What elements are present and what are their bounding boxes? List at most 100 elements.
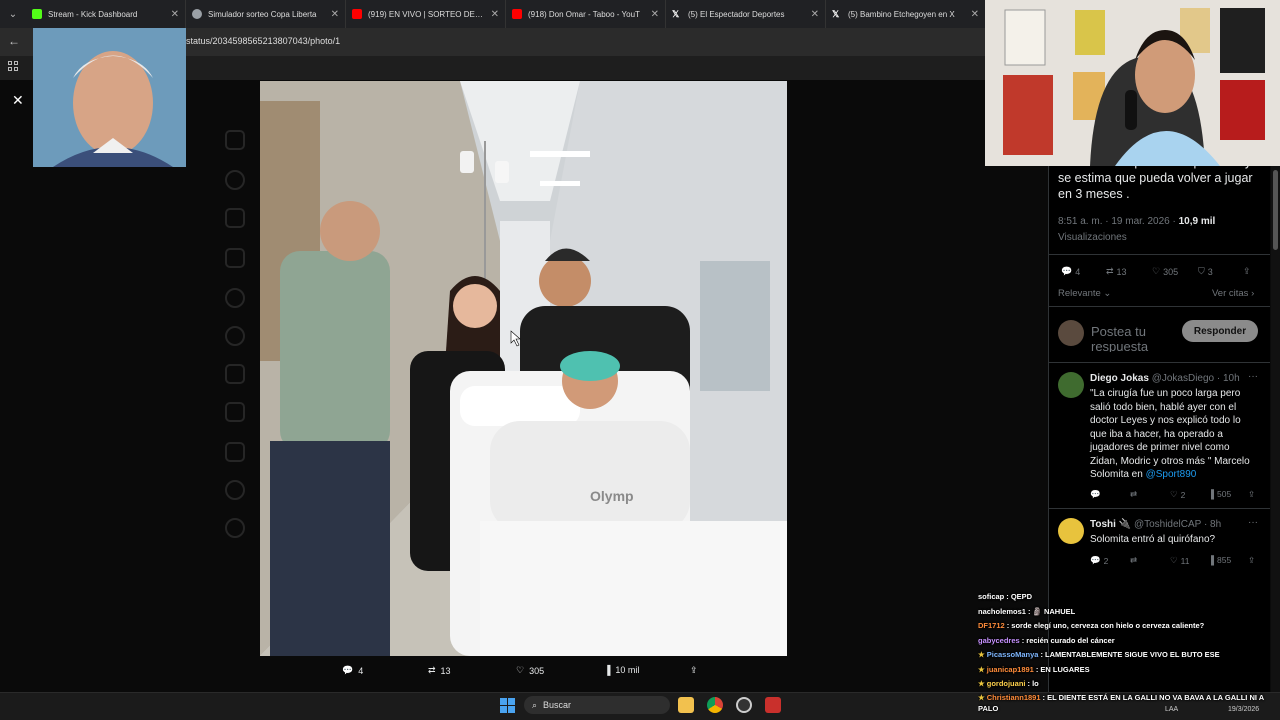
share-icon: ⇪ <box>1248 555 1256 565</box>
chat-text: : LAMENTABLEMENTE SIGUE VIVO EL BUTO ESE <box>1040 650 1220 659</box>
stream-chat-overlay: soficap: QEPD nacholemos1: 🗿 NAHUEL DF17… <box>978 576 1278 713</box>
browser-tab[interactable]: (919) EN VIVO | SORTEO DE LA ✕ <box>346 0 506 28</box>
repost-button[interactable]: ⇄ <box>1130 555 1137 566</box>
explore-icon <box>225 170 245 190</box>
chat-message: ★ Christiann1891: EL DIENTE ESTÁ EN LA GA… <box>978 692 1273 714</box>
chat-message: ★ gordojuani: lo <box>978 677 1278 692</box>
divider <box>1048 306 1270 307</box>
views-chart-icon: ▐ <box>1208 555 1215 565</box>
bookmark-icon: ⛉ <box>1198 266 1205 276</box>
reply-button[interactable]: 💬 4 <box>1061 266 1080 277</box>
chat-message: ★ PicassoManya: LAMENTABLEMENTE SIGUE VIV… <box>978 648 1278 663</box>
media-views[interactable]: ▐ 10 mil <box>604 665 639 675</box>
share-button[interactable]: ⇪ <box>1248 489 1255 500</box>
chat-message: gabycedres: recién curado del cáncer <box>978 634 1278 649</box>
more-options-icon[interactable]: ··· <box>1248 371 1258 382</box>
share-button[interactable]: ⇪ <box>1248 555 1255 566</box>
scrollbar-thumb[interactable] <box>1273 170 1278 250</box>
close-tab-icon[interactable]: ✕ <box>491 9 499 20</box>
browser-tab[interactable]: 𝕏 (5) Bambino Etchegoyen en X ✕ <box>826 0 986 28</box>
badge-icon: ★ <box>978 650 985 659</box>
app-icon[interactable] <box>765 697 781 713</box>
globe-icon <box>192 9 202 19</box>
media-share-button[interactable]: ⇪ <box>690 665 698 676</box>
close-icon[interactable]: ✕ <box>12 92 24 109</box>
url-text[interactable]: status/2034598565213807043/photo/1 <box>186 36 340 46</box>
chat-username: nacholemos1 <box>978 606 1026 616</box>
close-tab-icon[interactable]: ✕ <box>971 9 979 20</box>
close-tab-icon[interactable]: ✕ <box>651 9 659 20</box>
chat-text: : lo <box>1027 679 1039 688</box>
repost-icon: ⇄ <box>428 665 436 675</box>
search-icon: ⌕ <box>532 699 538 710</box>
like-button[interactable]: ♡ 305 <box>1152 266 1178 277</box>
streamer-webcam-illustration <box>985 0 1280 166</box>
chat-username: Christiann1891 <box>986 692 1041 702</box>
sort-dropdown[interactable]: Relevante ⌄ <box>1058 288 1111 299</box>
notifications-icon <box>225 208 245 228</box>
chat-message: nacholemos1: 🗿 NAHUEL <box>978 605 1278 620</box>
mention-link[interactable]: @Sport890 <box>1146 469 1197 480</box>
chrome-icon[interactable] <box>707 697 723 713</box>
media-reply-button[interactable]: 💬 4 <box>342 665 363 676</box>
apps-grid-icon[interactable] <box>8 61 18 71</box>
heart-icon: ♡ <box>1170 555 1178 565</box>
tweet-timestamp[interactable]: 8:51 a. m. · 19 mar. 2026 · 10,9 mil <box>1058 216 1215 227</box>
reply-button[interactable]: 💬 <box>1090 489 1101 500</box>
reply-submit-button[interactable]: Responder <box>1182 320 1258 342</box>
like-button[interactable]: ♡ 11 <box>1170 555 1189 566</box>
more-options-icon[interactable]: ··· <box>1248 517 1258 528</box>
tweet-photo[interactable]: Olymp <box>260 81 787 656</box>
repost-button[interactable]: ⇄ <box>1130 489 1137 500</box>
taskbar-search[interactable]: ⌕ Buscar <box>524 696 670 714</box>
chat-username: gabycedres <box>978 635 1020 645</box>
reply-icon: 💬 <box>1090 489 1101 499</box>
view-quotes-link[interactable]: Ver citas › <box>1212 288 1254 299</box>
browser-tab[interactable]: Stream - Kick Dashboard ✕ <box>26 0 186 28</box>
divider <box>1048 508 1270 509</box>
comment-header[interactable]: Toshi 🔌 @ToshidelCAP · 8h <box>1090 519 1221 530</box>
views-button[interactable]: ▐ 855 <box>1208 555 1231 565</box>
close-tab-icon[interactable]: ✕ <box>331 9 339 20</box>
compose-icon <box>225 442 245 462</box>
comment-header[interactable]: Diego Jokas @JokasDiego · 10h <box>1090 373 1240 384</box>
chat-username: soficap <box>978 592 1005 601</box>
avatar[interactable] <box>1058 372 1084 398</box>
like-button[interactable]: ♡ 2 <box>1170 489 1185 500</box>
share-button[interactable]: ⇪ <box>1243 266 1251 277</box>
chat-text: : recién curado del cáncer <box>1021 635 1115 645</box>
media-repost-button[interactable]: ⇄ 13 <box>428 665 451 676</box>
avatar[interactable] <box>1058 518 1084 544</box>
bookmark-button[interactable]: ⛉ 3 <box>1198 266 1213 277</box>
tab-search-icon[interactable]: ⌄ <box>0 0 26 28</box>
heart-icon: ♡ <box>1170 489 1178 499</box>
badge-icon: ★ <box>978 692 985 702</box>
close-tab-icon[interactable]: ✕ <box>811 9 819 20</box>
home-icon <box>225 130 245 150</box>
file-explorer-icon[interactable] <box>678 697 694 713</box>
browser-tab[interactable]: (918) Don Omar - Taboo - YouT ✕ <box>506 0 666 28</box>
heart-icon: ♡ <box>1152 266 1161 276</box>
media-like-button[interactable]: ♡ 305 <box>516 665 544 676</box>
repost-icon: ⇄ <box>1130 489 1138 499</box>
chat-text: : sorde elegí uno, cerveza con hielo o c… <box>1006 621 1205 630</box>
share-icon: ⇪ <box>690 665 698 675</box>
webcam-overlay-right <box>985 0 1280 166</box>
svg-text:Olymp: Olymp <box>590 488 634 504</box>
views-button[interactable]: ▐ 505 <box>1208 489 1231 499</box>
windows-start-icon[interactable] <box>500 698 515 713</box>
communities-icon <box>225 326 245 346</box>
reply-icon: 💬 <box>1090 555 1101 565</box>
browser-tab[interactable]: Simulador sorteo Copa Liberta ✕ <box>186 0 346 28</box>
chat-text: : 🗿 NAHUEL <box>1027 606 1076 616</box>
reply-input[interactable]: Postea tu respuesta <box>1091 324 1181 352</box>
bookmarks-icon <box>225 364 245 384</box>
tweet-views-label: Visualizaciones <box>1058 232 1127 243</box>
chat-text: : EN LUGARES <box>1035 664 1090 674</box>
browser-tab[interactable]: 𝕏 (5) El Espectador Deportes ✕ <box>666 0 826 28</box>
obs-icon[interactable] <box>736 697 752 713</box>
back-arrow-icon[interactable]: ← <box>8 34 20 48</box>
reply-button[interactable]: 💬 2 <box>1090 555 1108 566</box>
close-tab-icon[interactable]: ✕ <box>171 9 179 20</box>
repost-button[interactable]: ⇄ 13 <box>1106 266 1127 277</box>
